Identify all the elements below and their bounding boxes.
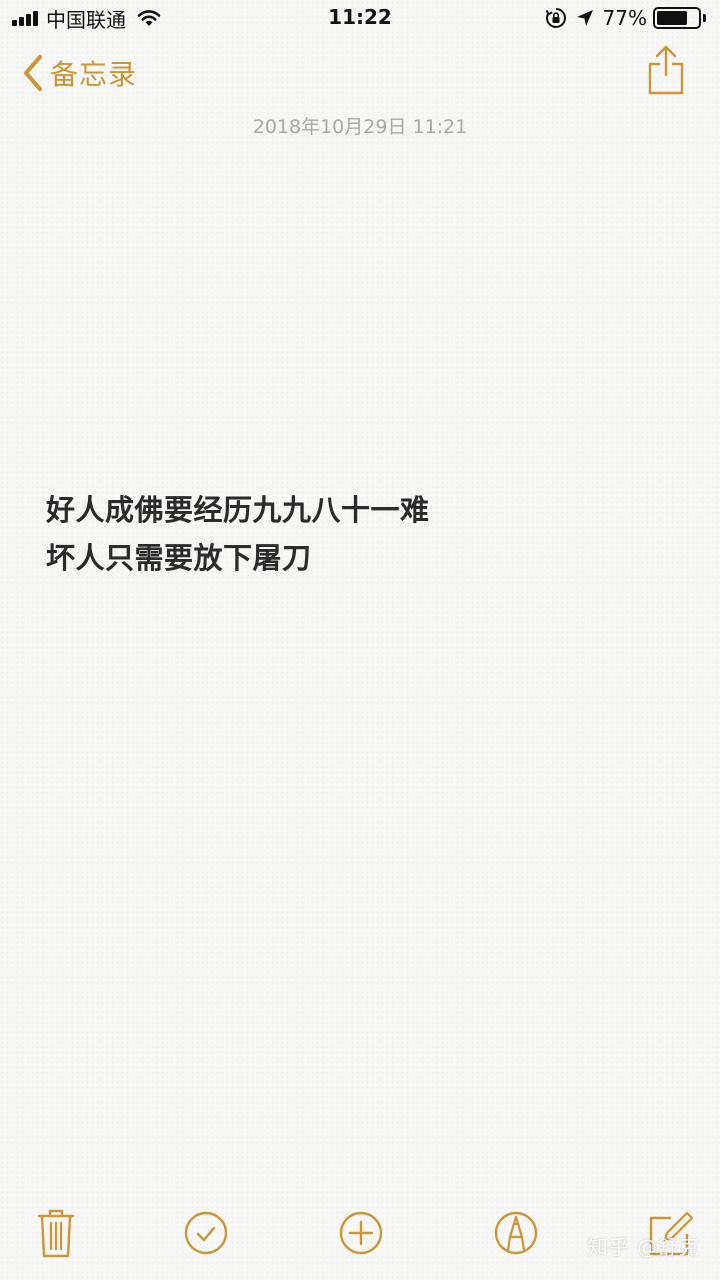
battery-percentage: 77% — [602, 6, 647, 30]
battery-fill — [657, 11, 687, 25]
status-bar: 中国联通 11:22 77% — [0, 0, 720, 36]
add-icon — [339, 1211, 383, 1255]
status-right: 77% — [545, 6, 706, 30]
note-line: 好人成佛要经历九九八十一难 — [46, 493, 430, 527]
share-button[interactable] — [646, 44, 686, 96]
add-button[interactable] — [336, 1206, 386, 1260]
trash-icon — [37, 1209, 75, 1258]
orientation-lock-icon — [545, 8, 566, 28]
battery-icon — [653, 7, 701, 29]
markup-icon — [494, 1211, 538, 1255]
checklist-icon — [184, 1211, 228, 1255]
note-line: 坏人只需要放下屠刀 — [46, 541, 312, 575]
note-body[interactable]: 好人成佛要经历九九八十一难 坏人只需要放下屠刀 — [46, 486, 666, 582]
watermark: 知乎 @舒克 — [587, 1235, 700, 1259]
chevron-left-icon — [24, 55, 42, 91]
checklist-button[interactable] — [181, 1206, 231, 1260]
markup-button[interactable] — [491, 1206, 541, 1260]
location-arrow-icon — [576, 10, 593, 26]
back-button-label: 备忘录 — [50, 58, 138, 91]
share-icon — [648, 45, 684, 95]
delete-button[interactable] — [31, 1206, 81, 1260]
note-date: 2018年10月29日 11:21 — [252, 116, 468, 138]
bottom-toolbar: 知乎 @舒克 — [0, 1192, 720, 1280]
battery-cap — [703, 14, 706, 22]
back-button[interactable]: 备忘录 — [22, 52, 137, 94]
